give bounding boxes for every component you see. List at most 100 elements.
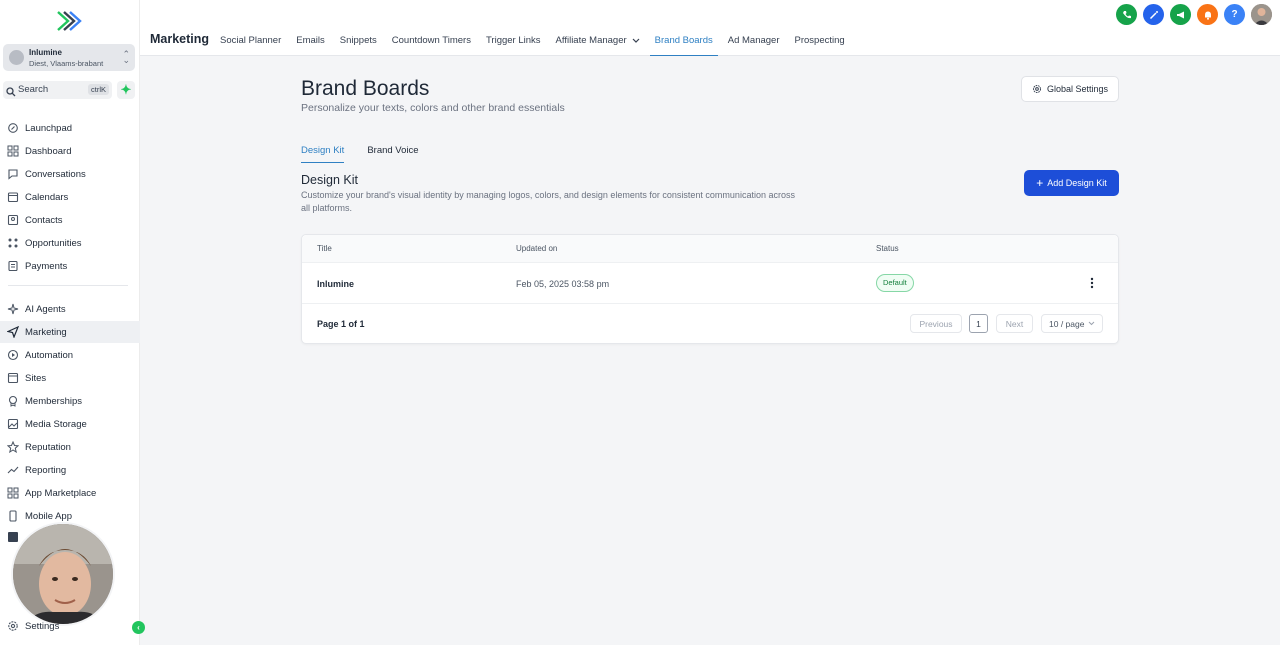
design-kit-table: Title Updated on Status Inlumine Feb 05,…: [301, 234, 1119, 344]
chat-icon: [7, 168, 19, 180]
trend-icon: [7, 464, 19, 476]
sidebar-item-media-storage[interactable]: Media Storage: [0, 413, 140, 435]
search-shortcut: ctrlK: [88, 84, 109, 95]
global-settings-label: Global Settings: [1046, 84, 1109, 94]
tab-label: Prospecting: [794, 35, 845, 46]
tab-affiliate-manager[interactable]: Affiliate Manager: [556, 35, 640, 54]
bell-icon[interactable]: [1197, 4, 1218, 25]
sidebar-item-memberships[interactable]: Memberships: [0, 390, 140, 412]
sidebar-item-label: Launchpad: [25, 122, 73, 134]
tab-label: Snippets: [339, 35, 377, 46]
sidebar-item-sites[interactable]: Sites: [0, 367, 140, 389]
automation-icon: [7, 349, 19, 361]
page-info: Page 1 of 1: [317, 319, 365, 329]
tab-emails[interactable]: Emails: [296, 35, 325, 54]
account-avatar-icon: [9, 50, 24, 65]
sidebar-item-label: Media Storage: [25, 418, 87, 430]
image-icon: [7, 418, 19, 430]
sidebar-item-opportunities[interactable]: Opportunities: [0, 232, 140, 254]
tab-prospecting[interactable]: Prospecting: [795, 35, 845, 54]
more-options-icon[interactable]: [1089, 276, 1095, 290]
page-number-button[interactable]: 1: [969, 314, 988, 333]
page-title: Brand Boards: [301, 77, 430, 100]
sparkle-icon: [7, 303, 19, 315]
sidebar-item-app-marketplace[interactable]: App Marketplace: [0, 482, 140, 504]
sidebar-item-automation[interactable]: Automation: [0, 344, 140, 366]
tab-social-planner[interactable]: Social Planner: [220, 35, 281, 54]
phone-icon[interactable]: [1116, 4, 1137, 25]
sidebar-item-settings[interactable]: Settings: [0, 615, 140, 637]
quick-add-button[interactable]: ✦: [117, 81, 135, 99]
sidebar-item-label: Opportunities: [25, 237, 82, 249]
page-size-select[interactable]: 10 / page: [1041, 314, 1103, 333]
sidebar: Inlumine Diest, Vlaams-brabant ⌃ ⌄ Search…: [0, 0, 145, 645]
next-page-button[interactable]: Next: [996, 314, 1033, 333]
user-avatar[interactable]: [1251, 4, 1272, 25]
column-header-title: Title: [317, 244, 332, 253]
magic-icon[interactable]: [1143, 4, 1164, 25]
brand-board-tabs: Design Kit Brand Voice: [301, 145, 442, 163]
chevron-updown-icon: ⌃ ⌄: [122, 49, 130, 65]
sidebar-item-conversations[interactable]: Conversations: [0, 163, 140, 185]
payments-icon: [7, 260, 19, 272]
tab-brand-voice[interactable]: Brand Voice: [367, 145, 418, 162]
sidebar-search[interactable]: Search ctrlK: [3, 81, 112, 99]
tab-countdown-timers[interactable]: Countdown Timers: [392, 35, 471, 54]
sidebar-item-payments[interactable]: Payments: [0, 255, 140, 277]
sidebar-divider: [8, 285, 128, 286]
column-header-updated: Updated on: [516, 244, 558, 253]
sites-icon: [7, 372, 19, 384]
page-size-value: 10 / page: [1049, 318, 1085, 329]
sidebar-item-label: App Marketplace: [25, 487, 97, 499]
tab-brand-boards[interactable]: Brand Boards: [649, 35, 718, 56]
sidebar-item-contacts[interactable]: Contacts: [0, 209, 140, 231]
sidebar-item-label: Conversations: [25, 168, 86, 180]
tab-ad-manager[interactable]: Ad Manager: [728, 35, 780, 54]
tab-design-kit[interactable]: Design Kit: [301, 145, 345, 163]
megaphone-icon[interactable]: [1170, 4, 1191, 25]
help-icon[interactable]: ?: [1224, 4, 1245, 25]
gear-icon: [1032, 85, 1041, 93]
table-row[interactable]: Inlumine Feb 05, 2025 03:58 pm Default: [302, 263, 1118, 304]
sidebar-item-marketing[interactable]: Marketing: [0, 321, 140, 343]
sidebar-item-label: Dashboard: [25, 145, 72, 157]
sidebar-item-calendars[interactable]: Calendars: [0, 186, 140, 208]
row-updated: Feb 05, 2025 03:58 pm: [516, 279, 610, 289]
sidebar-item-dashboard[interactable]: Dashboard: [0, 140, 140, 162]
memberships-icon: [7, 395, 19, 407]
sidebar-item-label: Automation: [25, 349, 74, 361]
app-icon: [7, 531, 19, 543]
collapse-sidebar-button[interactable]: ‹: [132, 621, 145, 634]
tab-label: Ad Manager: [727, 35, 780, 46]
table-header: Title Updated on Status: [302, 235, 1118, 263]
sidebar-item-reporting[interactable]: Reporting: [0, 459, 140, 481]
app-logo[interactable]: [56, 10, 82, 32]
pagination: Page 1 of 1 Previous 1 Next 10 / page: [302, 304, 1118, 344]
sidebar-item-label: Settings: [25, 620, 60, 632]
add-design-kit-label: Add Design Kit: [1047, 178, 1107, 188]
previous-page-button[interactable]: Previous: [910, 314, 962, 333]
sidebar-item-label: Payments: [25, 260, 68, 272]
chevron-down-icon: [1088, 321, 1095, 326]
contacts-icon: [7, 214, 19, 226]
global-settings-button[interactable]: Global Settings: [1021, 76, 1119, 102]
tab-label: Social Planner: [220, 35, 282, 46]
tab-label: Brand Boards: [654, 35, 713, 46]
sidebar-item-ai-agents[interactable]: AI Agents: [0, 298, 140, 320]
tab-label: Affiliate Manager: [555, 35, 627, 46]
tab-label: Countdown Timers: [391, 35, 471, 46]
tab-label: Emails: [296, 35, 325, 46]
add-design-kit-button[interactable]: + Add Design Kit: [1024, 170, 1119, 196]
sidebar-item-reputation[interactable]: Reputation: [0, 436, 140, 458]
tab-trigger-links[interactable]: Trigger Links: [486, 35, 541, 54]
sidebar-item-label: Marketing: [25, 326, 67, 338]
calendar-icon: [7, 191, 19, 203]
webcam-overlay: [11, 522, 115, 626]
account-switcher[interactable]: Inlumine Diest, Vlaams-brabant ⌃ ⌄: [3, 44, 135, 71]
row-title[interactable]: Inlumine: [317, 279, 354, 289]
sidebar-item-label: Calendars: [25, 191, 69, 203]
chevron-down-icon: [632, 36, 640, 47]
sidebar-item-launchpad[interactable]: Launchpad: [0, 117, 140, 139]
sidebar-item-label: Mobile App: [25, 510, 73, 522]
tab-snippets[interactable]: Snippets: [340, 35, 377, 54]
